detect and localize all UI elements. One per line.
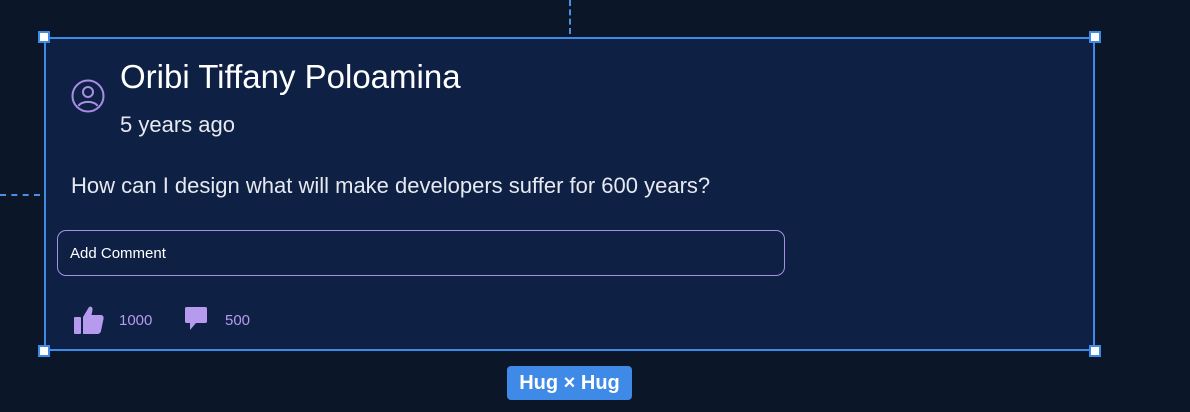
sizing-mode-badge[interactable]: Hug × Hug [507, 366, 632, 400]
post-timestamp: 5 years ago [120, 112, 235, 137]
resize-handle-top-left[interactable] [38, 31, 50, 43]
resize-handle-top-right[interactable] [1089, 31, 1101, 43]
design-canvas: Oribi Tiffany Poloamina 5 years ago How … [0, 0, 1190, 412]
add-comment-input[interactable] [57, 230, 785, 276]
comment-count: 500 [225, 312, 251, 329]
post-question-text: How can I design what will make develope… [71, 173, 711, 198]
resize-handle-bottom-right[interactable] [1089, 345, 1101, 357]
speech-bubble-icon[interactable] [184, 306, 208, 332]
like-count: 1000 [119, 312, 153, 329]
resize-handle-bottom-left[interactable] [38, 345, 50, 357]
post-author-name: Oribi Tiffany Poloamina [120, 58, 461, 95]
horizontal-guide [0, 194, 40, 196]
thumbs-up-icon[interactable] [73, 304, 105, 336]
vertical-guide [569, 0, 571, 34]
user-circle-icon [71, 79, 105, 113]
